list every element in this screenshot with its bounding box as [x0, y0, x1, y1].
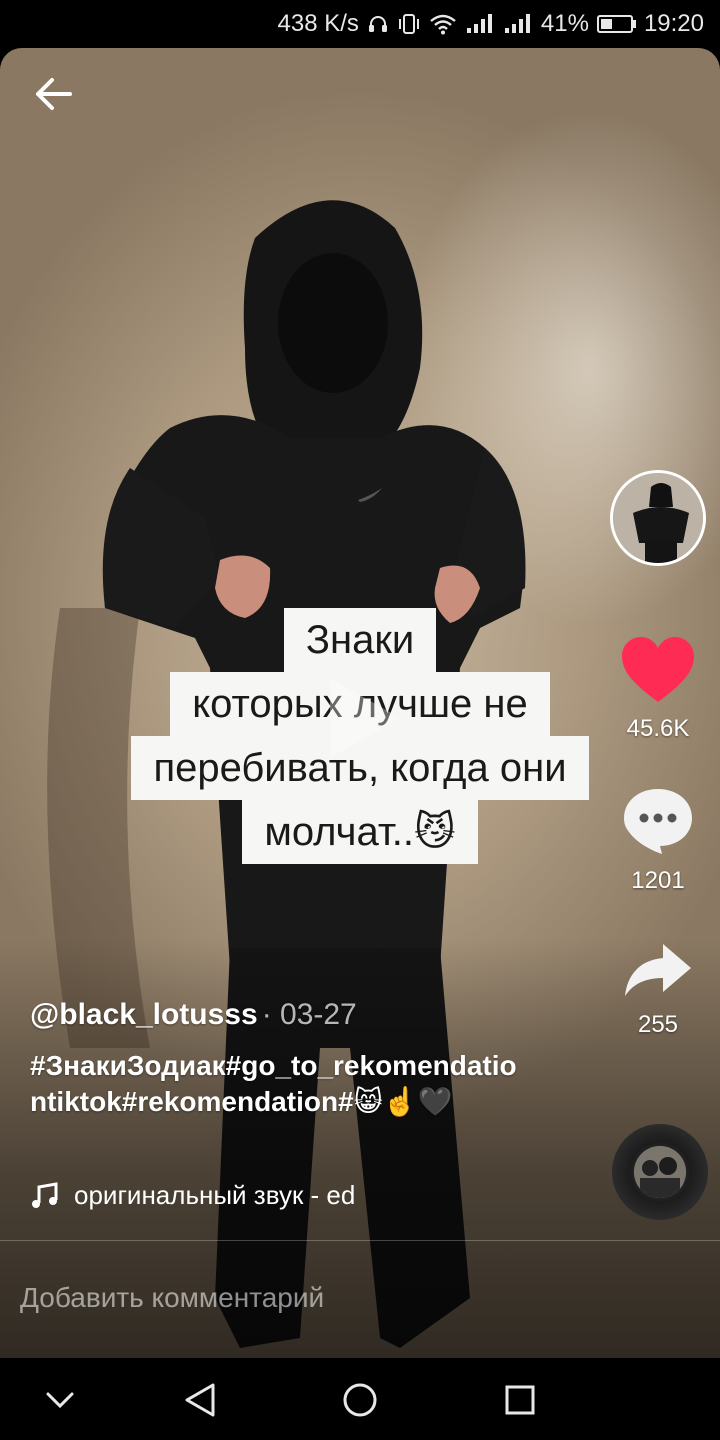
comment-bubble-icon [624, 789, 692, 854]
clock: 19:20 [643, 10, 704, 37]
like-count: 45.6K [626, 715, 690, 742]
signal-icon-2 [503, 13, 533, 35]
video-player[interactable]: Знаки которых лучше не перебивать, когда… [0, 48, 720, 1358]
like-button[interactable]: 45.6K [606, 636, 710, 743]
comment-count: 1201 [631, 867, 685, 894]
back-button[interactable] [30, 74, 80, 114]
status-bar: 438 K/s 41% 19:20 [0, 0, 720, 48]
headset-icon [367, 13, 389, 35]
author-line: @black_lotusss · 03-27 [30, 998, 357, 1032]
music-disc[interactable] [612, 1124, 708, 1220]
circle-home-icon [343, 1383, 377, 1417]
share-button[interactable]: 255 [606, 940, 710, 1039]
nav-hide-button[interactable] [38, 1378, 82, 1422]
music-info[interactable]: оригинальный звук - ed [30, 1180, 355, 1211]
nav-back-button[interactable] [178, 1378, 222, 1422]
music-title: оригинальный звук - ed [74, 1180, 356, 1210]
share-count: 255 [637, 1011, 679, 1038]
author-avatar[interactable] [610, 470, 706, 566]
share-arrow-icon [625, 944, 691, 996]
author-username[interactable]: @black_lotusss [30, 998, 258, 1031]
system-nav-bar [0, 1358, 720, 1440]
battery-percent: 41% [540, 10, 589, 37]
overlay-line: молчат..😼 [242, 800, 478, 864]
vibrate-icon [397, 13, 421, 35]
square-recents-icon [505, 1385, 535, 1415]
chevron-down-icon [46, 1392, 74, 1409]
back-arrow-icon [36, 78, 72, 110]
battery-icon [596, 15, 636, 33]
nav-home-button[interactable] [338, 1378, 382, 1422]
nav-recents-button[interactable] [498, 1378, 542, 1422]
post-caption[interactable]: #ЗнакиЗодиак#go_to_rekomendationtiktok#r… [30, 1048, 530, 1120]
network-speed: 438 K/s [277, 10, 359, 37]
heart-icon [622, 637, 694, 702]
post-date: · 03-27 [261, 998, 357, 1031]
comment-button[interactable]: 1201 [606, 786, 710, 895]
triangle-back-icon [185, 1383, 215, 1417]
comment-input[interactable] [20, 1268, 700, 1328]
music-cover-image [634, 1146, 686, 1198]
signal-icon [465, 13, 495, 35]
play-icon[interactable] [300, 658, 420, 778]
battery-fill [600, 19, 613, 29]
divider [0, 1240, 720, 1241]
music-note-icon [32, 1181, 58, 1208]
wifi-icon [429, 13, 457, 35]
